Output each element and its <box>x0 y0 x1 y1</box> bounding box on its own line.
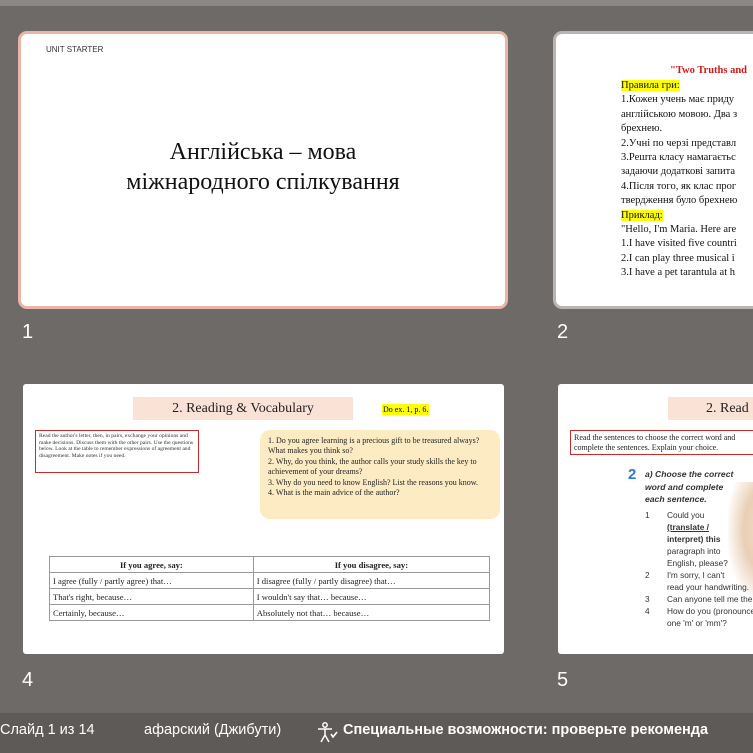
example-line: "Hello, I'm Maria. Here are <box>621 224 737 235</box>
table-header: If you agree, say: <box>49 556 254 573</box>
example-line: 1.I have visited five countri <box>621 238 737 249</box>
question: 4. What is the main advice of the author… <box>268 488 400 498</box>
table-header: If you disagree, say: <box>252 556 491 573</box>
item-number: 4 <box>645 606 650 616</box>
slide-title: Англійська – мова міжнародного спілкуван… <box>21 137 505 197</box>
rule-line: 3.Решта класу намагаєтьс <box>621 152 736 163</box>
unit-label: UNIT STARTER <box>46 45 104 54</box>
item-number: 3 <box>645 594 650 604</box>
item-line: I'm sorry, I can't <box>667 570 725 580</box>
slide-thumbnail-4[interactable]: 2. Reading & Vocabulary Do ex. 1, p. 6. … <box>23 384 504 654</box>
language-indicator[interactable]: афарский (Джибути) <box>144 722 281 738</box>
task-line: a) Choose the correct <box>645 469 734 479</box>
slide-heading: "Two Truths and <box>670 65 748 76</box>
item-number: 2 <box>645 570 650 580</box>
question: 1. Do you agree learning is a precious g… <box>268 436 480 456</box>
task-line: word and complete <box>645 481 724 492</box>
instructions-line: complete the sentences. Explain your cho… <box>574 442 719 452</box>
accessibility-status[interactable]: Специальные возможности: проверьте реком… <box>343 722 708 738</box>
item-line: Could you <box>667 510 705 520</box>
question: 2. Why, do you think, the author calls y… <box>268 456 477 477</box>
rule-line: задаючи додаткові запита <box>621 166 735 177</box>
item-number: 1 <box>645 510 650 520</box>
slide-number-4: 4 <box>22 669 34 691</box>
slide-heading: 2. Read <box>668 397 753 420</box>
slide-title-line-1: Англійська – мова <box>169 139 357 165</box>
rule-line: твердження було брехнею <box>621 195 738 206</box>
slide-counter[interactable]: Слайд 1 из 14 <box>0 722 95 738</box>
table-row: Certainly, because… Absolutely not that…… <box>49 604 491 621</box>
slide-title-line-2: міжнародного спілкування <box>126 169 400 195</box>
example-line: 2.I can play three musical i <box>621 253 735 264</box>
instructions-box: Read the sentences to choose the correct… <box>570 430 753 455</box>
example-label: Приклад: <box>621 210 663 221</box>
rule-line: англійською мовою. Два з <box>621 109 738 120</box>
table-cell: Certainly, because… <box>49 604 254 621</box>
table-cell: I wouldn't say that… because… <box>252 588 491 605</box>
slide-heading: 2. Reading & Vocabulary <box>133 397 353 420</box>
example-line: 3.I have a pet tarantula at h <box>621 267 735 278</box>
item-line: English, please? <box>667 558 728 568</box>
rules-label: Правила гри: <box>621 80 680 91</box>
table-cell: Absolutely not that… because… <box>252 604 491 621</box>
table-cell: That's right, because… <box>49 588 254 605</box>
question: 3. Why do you need to know English? List… <box>268 477 478 487</box>
rule-line: брехнею. <box>621 123 663 134</box>
task-instruction: a) Choose the correct word and complete … <box>645 468 733 506</box>
questions-box: 1. Do you agree learning is a precious g… <box>260 430 500 519</box>
item-line: interpret) this <box>667 534 721 544</box>
accessibility-icon[interactable] <box>316 721 338 743</box>
item-line: (translate / <box>667 522 709 532</box>
exercise-reference: Do ex. 1, p. 6. <box>382 404 430 415</box>
instructions-box: Read the author's letter, then, in pairs… <box>35 430 199 473</box>
table-cell: I disagree (fully / partly disagree) tha… <box>252 572 491 589</box>
item-line: Can anyone tell me the <box>667 594 753 604</box>
table-row: That's right, because… I wouldn't say th… <box>49 588 491 605</box>
table-row: I agree (fully / partly agree) that… I d… <box>49 572 491 589</box>
slide-thumbnail-2[interactable]: "Two Truths and Правила гри: 1.Кожен уче… <box>556 34 753 306</box>
task-number: 2 <box>628 466 637 483</box>
slide-thumbnail-1[interactable]: UNIT STARTER Англійська – мова міжнародн… <box>21 34 505 306</box>
top-toolbar-edge <box>0 0 753 6</box>
slide-thumbnail-5[interactable]: 2. Read Read the sentences to choose the… <box>558 384 753 654</box>
rule-line: 1.Кожен учень має приду <box>621 94 735 105</box>
item-line: How do you (pronounce <box>667 606 753 616</box>
expressions-table: If you agree, say: If you disagree, say:… <box>49 556 491 621</box>
item-line: paragraph into <box>667 546 721 556</box>
item-line: read your handwriting. <box>667 582 750 592</box>
rule-line: 4.Після того, як клас прог <box>621 181 737 192</box>
table-header-row: If you agree, say: If you disagree, say: <box>49 556 491 573</box>
slide-number-5: 5 <box>557 669 569 691</box>
item-line: one 'm' or 'mm'? <box>667 618 727 628</box>
status-bar: Слайд 1 из 14 афарский (Джибути) Специал… <box>0 713 753 753</box>
instructions-line: Read the sentences to choose the correct… <box>574 433 736 442</box>
rule-line: 2.Учні по черзі представл <box>621 138 737 149</box>
slide-number-1: 1 <box>22 321 34 343</box>
slide-number-2: 2 <box>557 321 569 343</box>
task-line: each sentence. <box>645 494 707 504</box>
table-cell: I agree (fully / partly agree) that… <box>49 572 254 589</box>
